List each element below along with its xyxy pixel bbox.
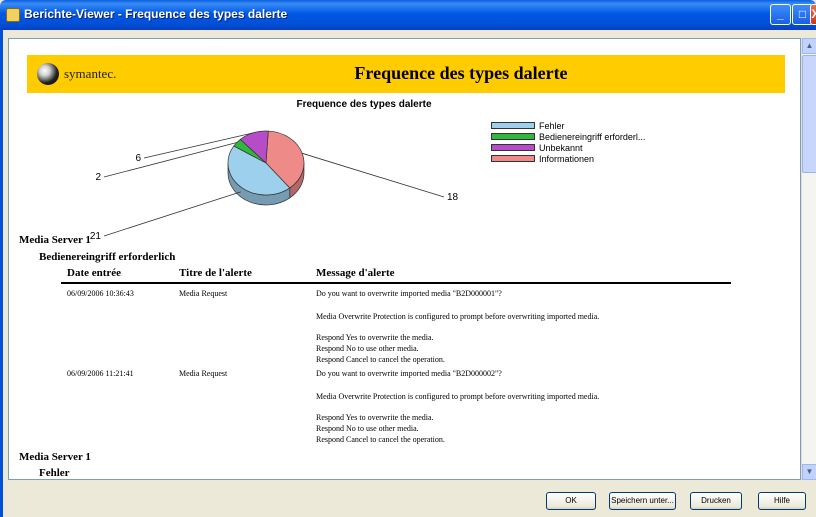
- data-label: 18: [447, 192, 459, 203]
- legend-item: Bedienereingriff erforderl...: [491, 131, 645, 142]
- leader-line: [302, 152, 445, 198]
- title-bar: Berichte-Viewer - Frequence des types da…: [0, 0, 816, 30]
- legend-item: Unbekannt: [491, 142, 645, 153]
- row-message-line: Respond No to use other media.: [316, 424, 419, 433]
- print-button[interactable]: Drucken: [690, 492, 742, 510]
- legend-label: Unbekannt: [539, 142, 583, 153]
- subsection-heading: Bedienereingriff erforderlich: [39, 251, 176, 263]
- data-label: 6: [135, 153, 141, 164]
- column-header-date: Date entrée: [67, 267, 122, 279]
- help-button[interactable]: Hilfe: [758, 492, 806, 510]
- legend-swatch: [491, 155, 535, 162]
- row-message-line: Media Overwrite Protection is configured…: [316, 312, 600, 321]
- scroll-down-button[interactable]: ▼: [802, 464, 816, 480]
- data-label: 2: [95, 172, 101, 183]
- row-message-line: Do you want to overwrite imported media …: [316, 289, 502, 298]
- pie-chart: 18 21 2 6: [90, 130, 459, 242]
- vertical-scrollbar[interactable]: ▲ ▼: [801, 38, 816, 480]
- save-as-button[interactable]: Speichern unter...: [609, 492, 676, 510]
- subsection-heading: Fehler: [39, 467, 70, 479]
- data-label: 21: [90, 231, 102, 242]
- row-message-line: Media Overwrite Protection is configured…: [316, 392, 600, 401]
- header-rule: [61, 282, 731, 284]
- legend-label: Bedienereingriff erforderl...: [539, 131, 646, 142]
- close-button[interactable]: X: [810, 4, 816, 25]
- row-message-line: Respond Yes to overwrite the media.: [316, 333, 434, 342]
- legend-label: Fehler: [539, 120, 565, 131]
- report-banner: symantec. Frequence des types dalerte: [27, 55, 785, 93]
- row-message-line: Respond Cancel to cancel the operation.: [316, 355, 445, 364]
- row-date: 06/09/2006 11:21:41: [67, 369, 134, 378]
- report-viewport: symantec. Frequence des types dalerte Fr…: [8, 38, 801, 480]
- leader-line: [103, 191, 241, 237]
- minimize-button[interactable]: _: [770, 4, 791, 25]
- server-heading: Media Server 1: [19, 451, 91, 463]
- chart-legend: Fehler Bedienereingriff erforderl... Unbek…: [491, 120, 645, 164]
- legend-swatch: [491, 122, 535, 129]
- legend-item: Fehler: [491, 120, 645, 131]
- row-message-line: Respond No to use other media.: [316, 344, 419, 353]
- row-title: Media Request: [179, 289, 228, 298]
- scroll-up-button[interactable]: ▲: [802, 38, 816, 54]
- row-message-line: Do you want to overwrite imported media …: [316, 369, 502, 378]
- legend-label: Informationen: [539, 153, 595, 164]
- legend-item: Informationen: [491, 153, 645, 164]
- chart-title: Frequence des types dalerte: [296, 99, 432, 110]
- scroll-thumb[interactable]: [802, 55, 816, 173]
- report-title: Frequence des types dalerte: [354, 63, 568, 83]
- ok-button[interactable]: OK: [546, 492, 596, 510]
- row-message-line: Respond Cancel to cancel the operation.: [316, 435, 445, 444]
- column-header-title: Titre de l'alerte: [179, 267, 252, 279]
- app-icon: [6, 8, 20, 22]
- column-header-message: Message d'alerte: [316, 267, 395, 279]
- row-title: Media Request: [179, 369, 228, 378]
- row-message-line: Respond Yes to overwrite the media.: [316, 413, 434, 422]
- legend-swatch: [491, 144, 535, 151]
- window-title: Berichte-Viewer - Frequence des types da…: [24, 7, 288, 21]
- legend-swatch: [491, 133, 535, 140]
- leader-line: [103, 142, 237, 178]
- row-date: 06/09/2006 10:36:43: [67, 289, 134, 298]
- server-heading: Media Server 1: [19, 234, 91, 246]
